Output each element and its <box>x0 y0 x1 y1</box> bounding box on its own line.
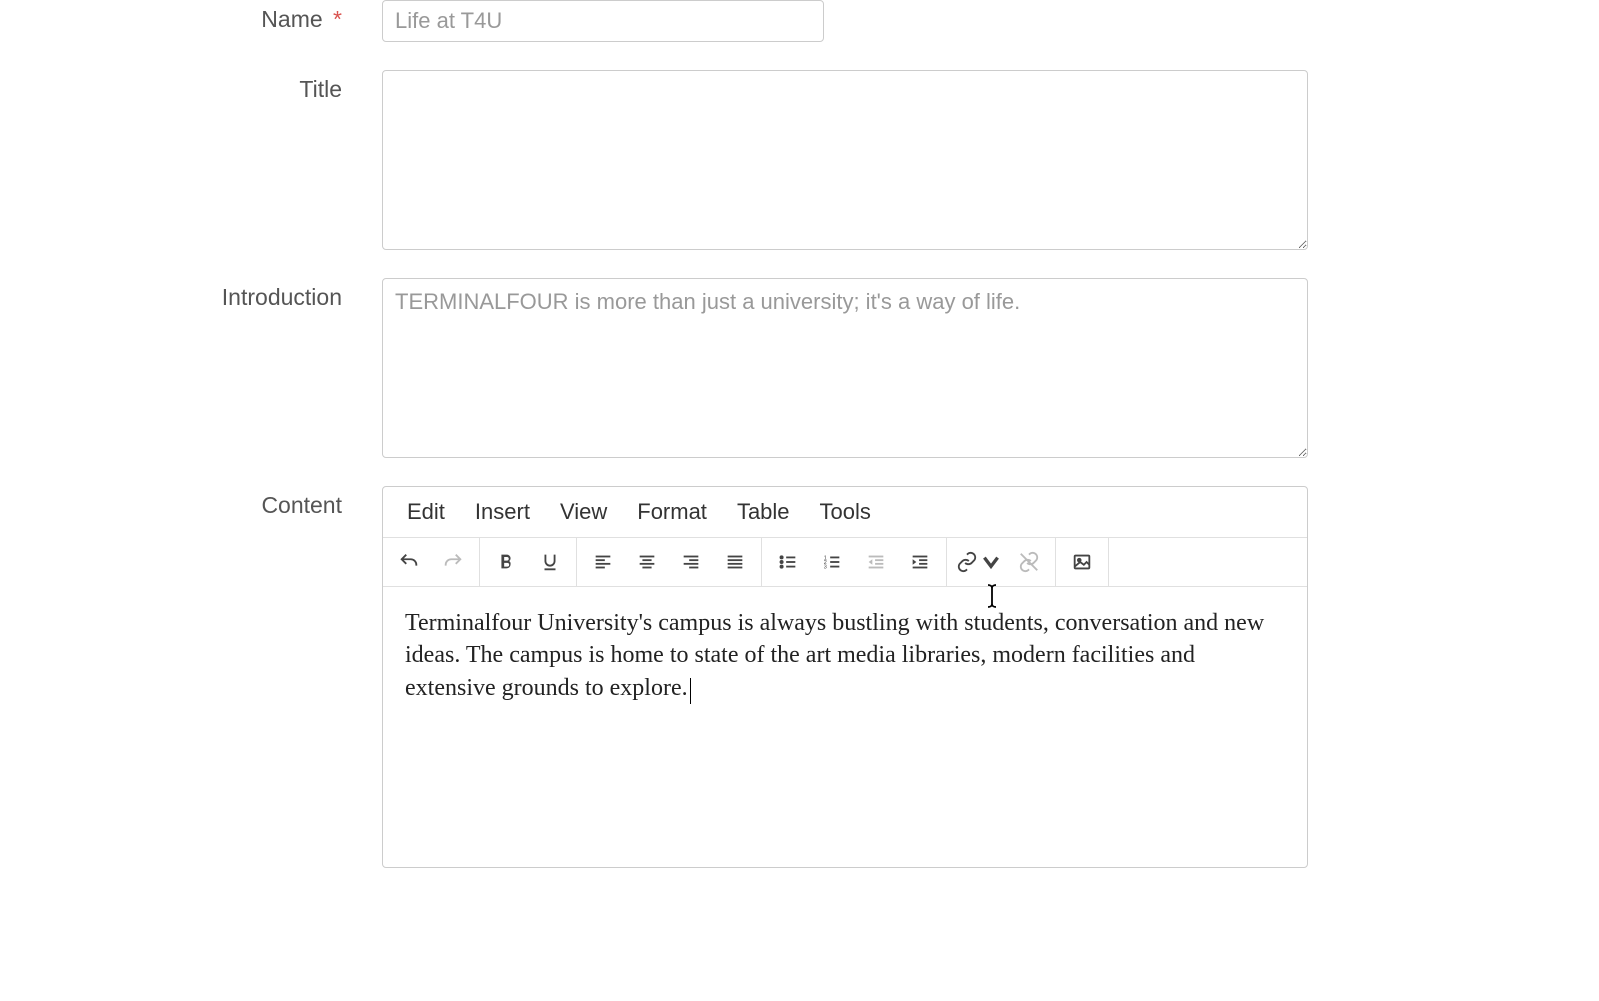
indent-button[interactable] <box>898 540 942 584</box>
content-editor: Edit Insert View Format Table Tools <box>382 486 1308 868</box>
bullet-list-icon <box>777 551 799 573</box>
align-center-icon <box>636 551 658 573</box>
chevron-down-icon <box>980 551 1002 573</box>
required-indicator: * <box>333 6 342 32</box>
align-left-button[interactable] <box>581 540 625 584</box>
svg-text:3: 3 <box>824 564 827 570</box>
menu-table[interactable]: Table <box>723 493 804 531</box>
bold-button[interactable] <box>484 540 528 584</box>
underline-button[interactable] <box>528 540 572 584</box>
numbered-list-icon: 123 <box>821 551 843 573</box>
name-label: Name <box>261 6 322 32</box>
justify-button[interactable] <box>713 540 757 584</box>
editor-toolbar: 123 <box>383 537 1307 587</box>
unlink-button[interactable] <box>1007 540 1051 584</box>
content-text: Terminalfour University's campus is alwa… <box>405 610 1264 701</box>
menu-tools[interactable]: Tools <box>806 493 885 531</box>
title-label: Title <box>299 76 342 102</box>
link-button[interactable] <box>951 540 1007 584</box>
editor-menubar: Edit Insert View Format Table Tools <box>383 487 1307 537</box>
introduction-label: Introduction <box>222 284 342 310</box>
link-icon <box>956 551 978 573</box>
menu-edit[interactable]: Edit <box>393 493 459 531</box>
outdent-button[interactable] <box>854 540 898 584</box>
menu-format[interactable]: Format <box>623 493 721 531</box>
text-cursor <box>690 678 691 704</box>
bold-icon <box>495 551 517 573</box>
align-left-icon <box>592 551 614 573</box>
name-input[interactable] <box>382 0 824 42</box>
content-label: Content <box>261 492 342 518</box>
outdent-icon <box>865 551 887 573</box>
numbered-list-button[interactable]: 123 <box>810 540 854 584</box>
undo-button[interactable] <box>387 540 431 584</box>
redo-icon <box>442 551 464 573</box>
justify-icon <box>724 551 746 573</box>
undo-icon <box>398 551 420 573</box>
introduction-textarea[interactable] <box>382 278 1308 458</box>
bullet-list-button[interactable] <box>766 540 810 584</box>
image-icon <box>1071 551 1093 573</box>
menu-view[interactable]: View <box>546 493 621 531</box>
menu-insert[interactable]: Insert <box>461 493 544 531</box>
title-textarea[interactable] <box>382 70 1308 250</box>
unlink-icon <box>1018 551 1040 573</box>
editor-body[interactable]: Terminalfour University's campus is alwa… <box>383 587 1307 867</box>
align-right-button[interactable] <box>669 540 713 584</box>
align-center-button[interactable] <box>625 540 669 584</box>
align-right-icon <box>680 551 702 573</box>
indent-icon <box>909 551 931 573</box>
redo-button[interactable] <box>431 540 475 584</box>
underline-icon <box>539 551 561 573</box>
image-button[interactable] <box>1060 540 1104 584</box>
